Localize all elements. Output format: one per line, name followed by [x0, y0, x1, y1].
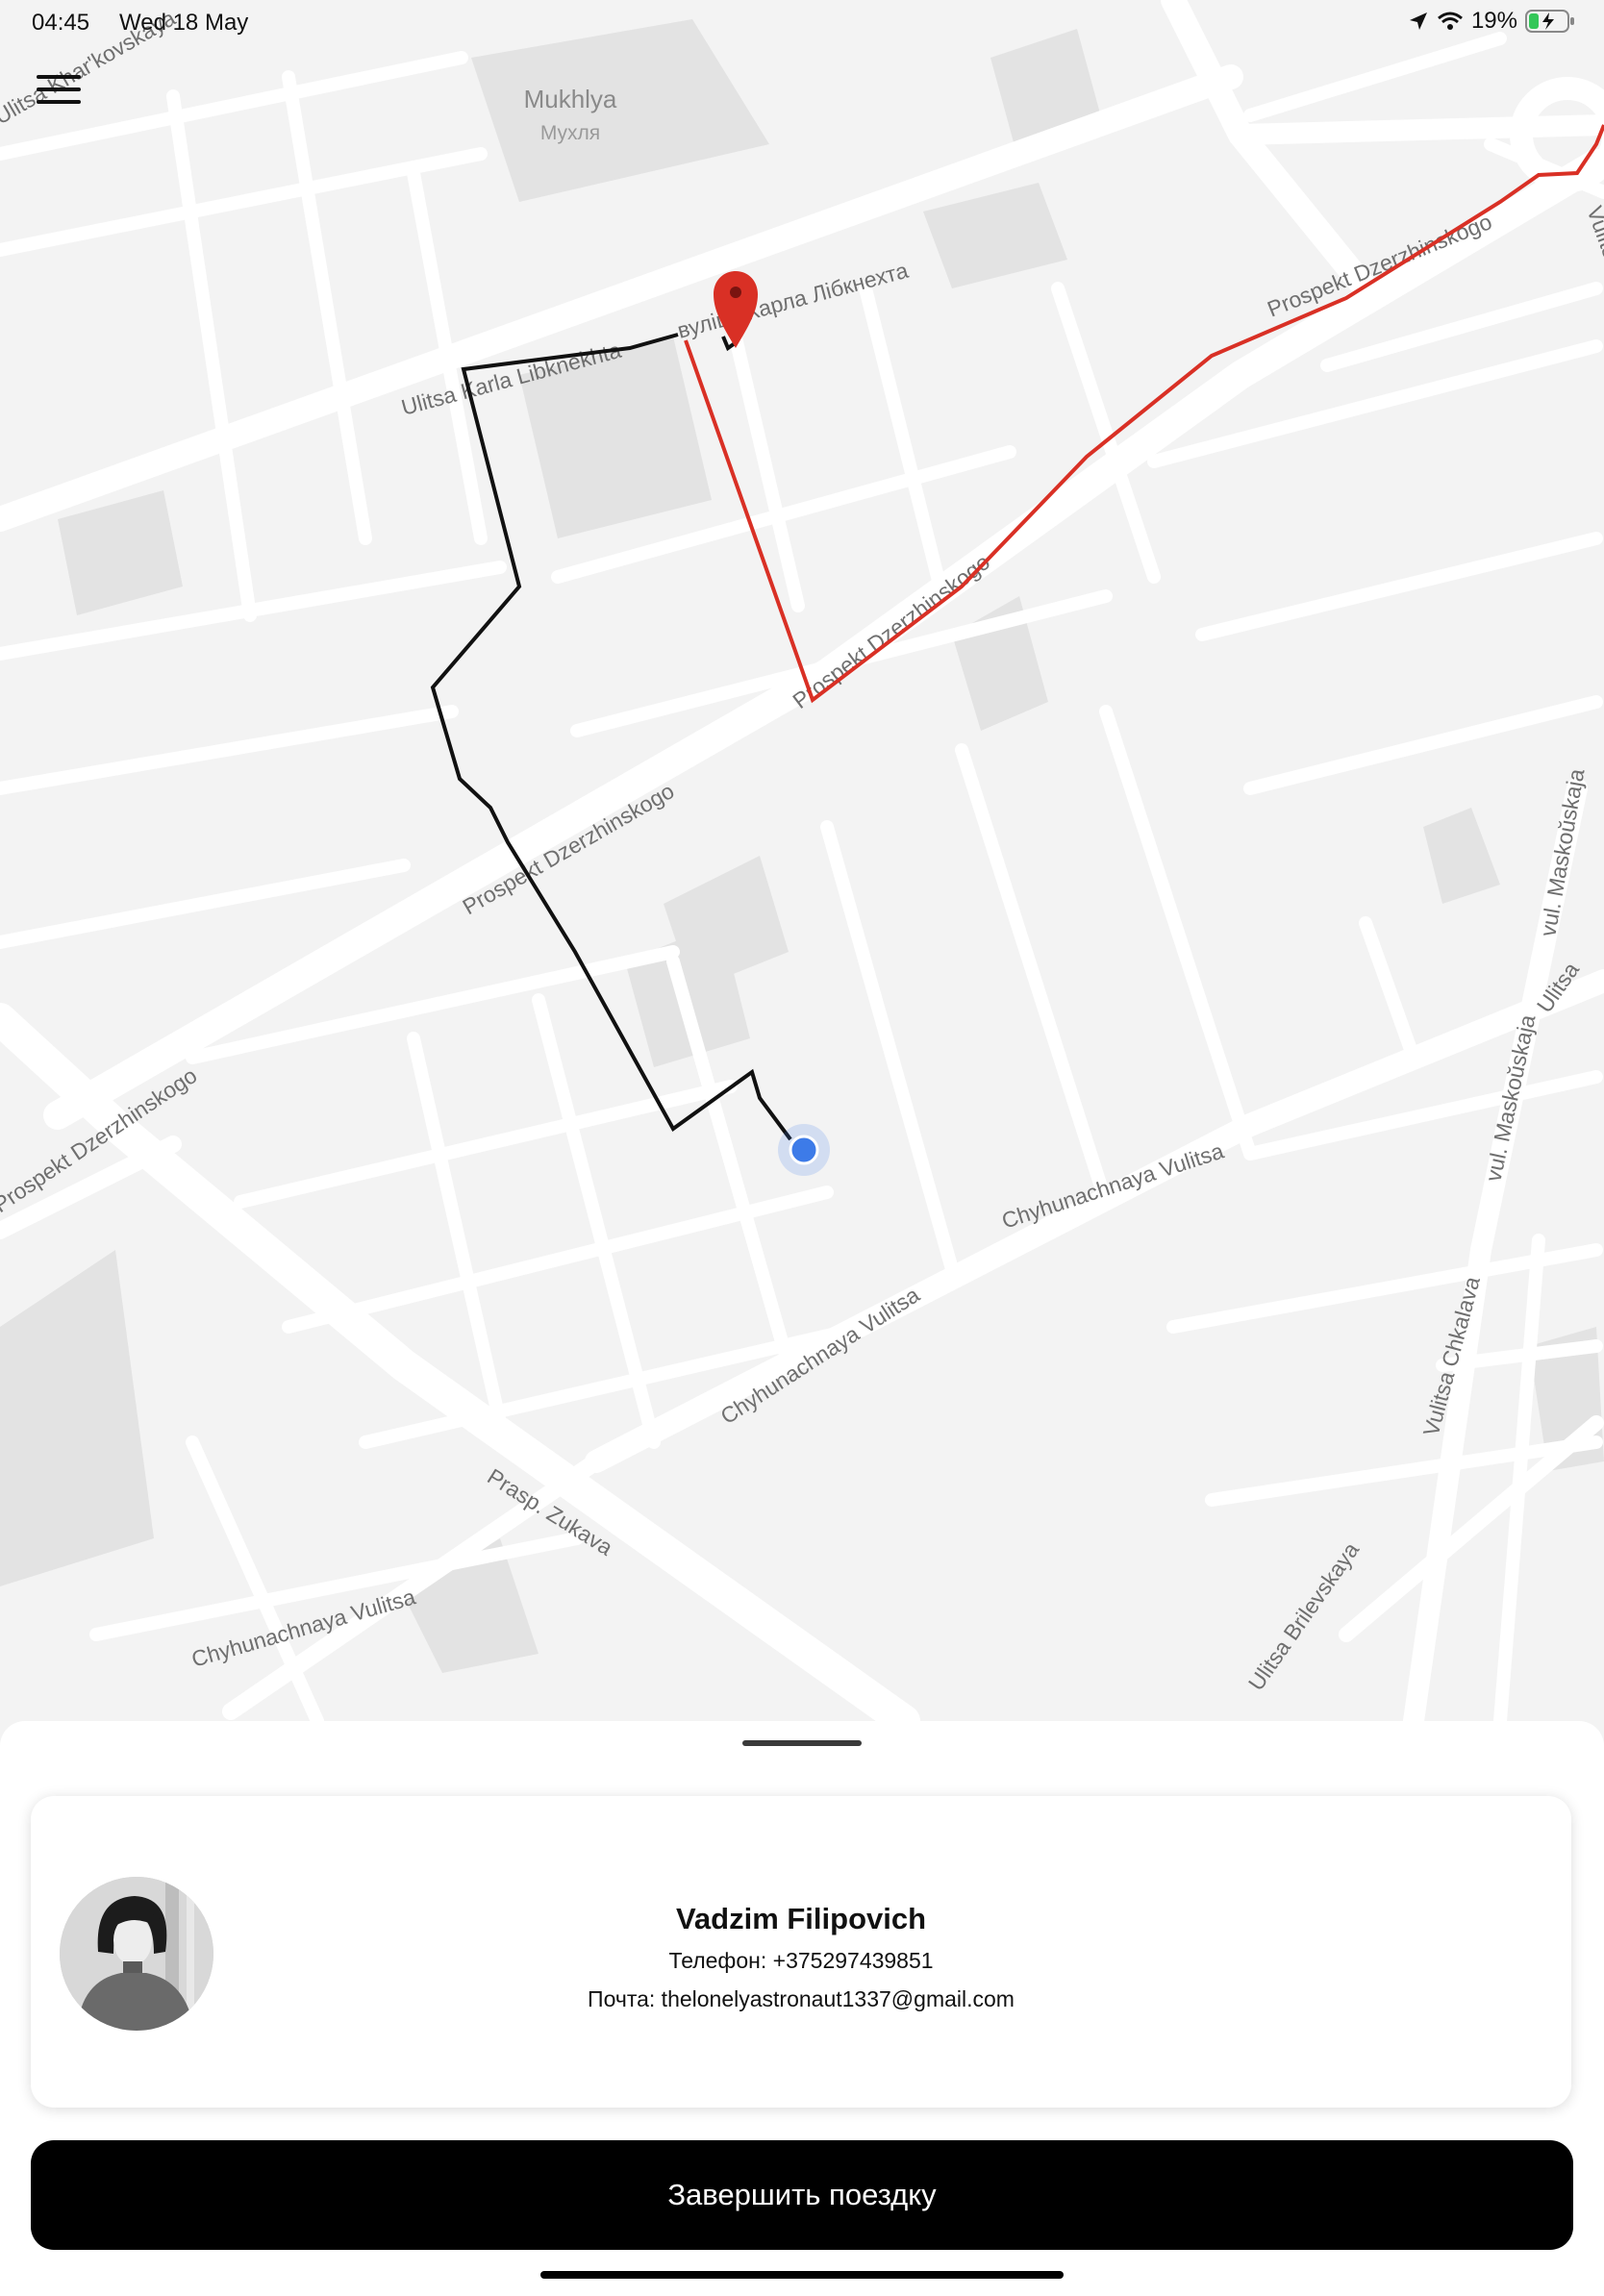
finish-trip-button[interactable]: Завершить поездку: [31, 2140, 1573, 2250]
user-location-icon: [778, 1124, 830, 1176]
hamburger-icon: [37, 75, 81, 79]
location-arrow-icon: [1409, 12, 1427, 30]
driver-name: Vadzim Filipovich: [675, 1902, 927, 1935]
status-date: Wed 18 May: [119, 10, 249, 36]
map-view[interactable]: Ulitsa Khar'kovskaya Ulitsa Karla Libkne…: [0, 0, 1604, 1721]
driver-card: Vadzim Filipovich Телефон: +375297439851…: [31, 1796, 1571, 2108]
driver-phone: Телефон: +375297439851: [668, 1948, 934, 1973]
battery-percentage: 19%: [1470, 8, 1517, 34]
driver-email: Почта: thelonelyastronaut1337@gmail.com: [588, 1986, 1015, 2011]
battery-charging-icon: [1525, 10, 1574, 33]
bottom-sheet: Vadzim Filipovich Телефон: +375297439851…: [0, 1721, 1604, 2296]
wifi-icon: [1437, 12, 1463, 30]
status-time: 04:45: [32, 10, 90, 36]
poi-local-label: Мухля: [540, 122, 600, 144]
poi-label: Mukhlya: [524, 85, 617, 113]
status-bar: 04:45 Wed 18 May 19%: [0, 0, 1604, 46]
home-indicator[interactable]: [540, 2271, 1064, 2279]
menu-button[interactable]: [35, 71, 85, 110]
sheet-grabber[interactable]: [742, 1740, 862, 1746]
